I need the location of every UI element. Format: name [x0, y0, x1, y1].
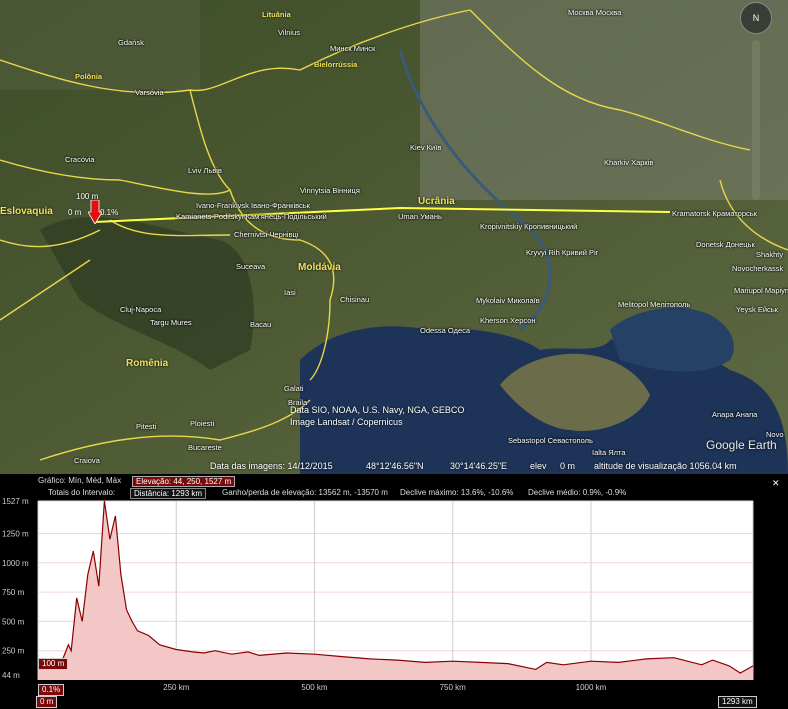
elevation-label: elev: [530, 461, 547, 471]
country-ucrania: Ucrânia: [418, 196, 455, 207]
imagery-date: Data das imagens: 14/12/2015: [210, 461, 333, 471]
place-bucareste[interactable]: Bucareste: [188, 443, 222, 452]
place-suceava[interactable]: Suceava: [236, 262, 265, 271]
country-romenia: Romênia: [126, 358, 169, 369]
y-tick-label: 44 m: [2, 671, 20, 680]
longitude-readout: 30°14'46.25"E: [450, 461, 508, 471]
map-view[interactable]: Gdańsk Vilnius Минск Минск Varsóvia Kiev…: [0, 0, 788, 474]
y-tick-label: 250 m: [2, 647, 25, 656]
avg-slope-total: Declive médio: 0.9%, -0.9%: [528, 488, 627, 497]
place-melitopol[interactable]: Melitopol Мелітополь: [618, 300, 690, 309]
place-cluj[interactable]: Cluj-Napoca: [120, 305, 161, 314]
totals-label: Totais do Intervalo:: [48, 488, 116, 497]
elevation-readout: 0 m: [560, 461, 576, 471]
place-pitesti[interactable]: Pitesti: [136, 422, 156, 431]
compass-icon[interactable]: N: [740, 2, 772, 34]
y-tick-label: 750 m: [2, 588, 25, 597]
place-uman[interactable]: Uman Умань: [398, 212, 442, 221]
google-earth-window: Gdańsk Vilnius Минск Минск Varsóvia Kiev…: [0, 0, 788, 709]
place-mariupol[interactable]: Mariupol Маріуполь: [734, 286, 788, 295]
place-chernivtsi[interactable]: Chernivtsi Чернівці: [234, 230, 299, 239]
place-cracovia[interactable]: Cracóvia: [65, 155, 95, 164]
place-minsk[interactable]: Минск Минск: [330, 44, 375, 53]
place-ivano[interactable]: Ivano-Frankivsk Івано-Франківськ: [196, 201, 310, 210]
place-moscow[interactable]: Москва Москва: [568, 8, 621, 17]
zoom-slider[interactable]: [752, 40, 760, 200]
place-novocherkassk[interactable]: Novocherkassk: [732, 264, 783, 273]
route-slope-label: 0.1%: [100, 208, 119, 217]
place-kropyvnytskyi[interactable]: Kropivnitskiy Кропивницький: [480, 222, 577, 231]
slope-tag: 0.1%: [38, 684, 65, 696]
profile-summary-row: Gráfico: Mín, Méd, Máx Elevação: 44, 250…: [0, 476, 788, 488]
elevation-chart[interactable]: 1527 m 1250 m 1000 m 750 m 500 m 250 m 44 m 25…: [0, 498, 788, 709]
y-axis-ticks: 1527 m 1250 m 1000 m 750 m 500 m 250 m 44 m: [2, 498, 29, 680]
elevation-profile-panel: Gráfico: Mín, Méd, Máx Elevação: 44, 250…: [0, 474, 788, 709]
country-eslovaquia: Eslovaquia: [0, 206, 53, 217]
y-tick-label: 500 m: [2, 617, 25, 626]
place-kherson[interactable]: Kherson Херсон: [480, 316, 536, 325]
place-lviv[interactable]: Lviv Львів: [188, 166, 222, 175]
place-shakhty[interactable]: Shakhty: [756, 250, 783, 259]
country-polonia: Polônia: [75, 72, 103, 81]
eye-altitude-readout: altitude de visualização 1056.04 km: [594, 461, 737, 471]
y-tick-label: 1250 m: [2, 529, 29, 538]
place-ploiesti[interactable]: Ploiesti: [190, 419, 214, 428]
credit-line: Image Landsat / Copernicus: [290, 417, 403, 427]
place-yalta[interactable]: Ialta Ялта: [592, 448, 626, 457]
x-tick-label: 500 km: [301, 683, 328, 692]
google-earth-logo: Google Earth: [706, 438, 777, 452]
place-bacau[interactable]: Bacau: [250, 320, 271, 329]
place-vinnytsia[interactable]: Vinnytsia Вінниця: [300, 186, 360, 195]
x-tick-label: 1000 km: [576, 683, 607, 692]
place-odessa[interactable]: Odessa Одеса: [420, 326, 470, 335]
place-galati[interactable]: Galati: [284, 384, 304, 393]
place-gdansk[interactable]: Gdańsk: [118, 38, 144, 47]
country-lituania: Lituânia: [262, 10, 291, 19]
credit-line: Data SIO, NOAA, U.S. Navy, NGA, GEBCO: [290, 405, 465, 415]
status-bar: Data das imagens: 14/12/2015 48°12'46.56…: [0, 458, 788, 474]
place-kamianets[interactable]: Kamianets-Podilskyi Кам'янець-Подільськи…: [176, 212, 327, 221]
country-moldavia: Moldávia: [298, 262, 341, 273]
elevation-tag: 100 m: [38, 658, 69, 670]
imagery-credits: Data SIO, NOAA, U.S. Navy, NGA, GEBCO Im…: [290, 404, 464, 428]
x-axis-ticks: 250 km 500 km 750 km 1000 km: [163, 683, 607, 692]
place-iasi[interactable]: Iasi: [284, 288, 296, 297]
country-bielorussia: Bielorrússia: [314, 60, 358, 69]
place-kryvyi[interactable]: Kryvyi Rih Кривий Ріг: [526, 248, 598, 257]
place-kramatorsk[interactable]: Kramatorsk Краматорськ: [672, 209, 757, 218]
max-slope-total: Declive máximo: 13.6%, -10.6%: [400, 488, 514, 497]
y-tick-label: 1527 m: [2, 498, 29, 506]
place-chisinau[interactable]: Chisinau: [340, 295, 369, 304]
x-tick-label: 750 km: [440, 683, 467, 692]
place-yeysk[interactable]: Yeysk Ейськ: [736, 305, 778, 314]
position-marker-icon[interactable]: [88, 200, 102, 224]
place-anapa[interactable]: Anapa Анапа: [712, 410, 757, 419]
y-tick-label: 1000 m: [2, 559, 29, 568]
place-mykolaiv[interactable]: Mykolaiv Миколаїв: [476, 296, 540, 305]
place-vilnius[interactable]: Vilnius: [278, 28, 300, 37]
elevation-summary: Elevação: 44, 250, 1527 m: [132, 476, 236, 487]
gain-loss-total: Ganho/perda de elevação: 13562 m, -13570…: [222, 488, 388, 497]
place-varsovia[interactable]: Varsóvia: [135, 88, 164, 97]
place-targu[interactable]: Targu Mures: [150, 318, 192, 327]
satellite-imagery: [0, 0, 788, 474]
place-sebastopol[interactable]: Sebastopol Севастополь: [508, 436, 593, 445]
graph-label: Gráfico: Mín, Méd, Máx: [38, 476, 122, 485]
x-tick-label: 250 km: [163, 683, 190, 692]
place-kharkiv[interactable]: Kharkiv Харків: [604, 158, 653, 167]
start-tag: 0 m: [36, 696, 58, 708]
end-tag: 1293 km: [718, 696, 757, 708]
latitude-readout: 48°12'46.56"N: [366, 461, 424, 471]
place-donetsk[interactable]: Donetsk Донецьк: [696, 240, 755, 249]
place-kiev[interactable]: Kiev Київ: [410, 143, 441, 152]
route-zero-label: 0 m: [68, 208, 82, 217]
